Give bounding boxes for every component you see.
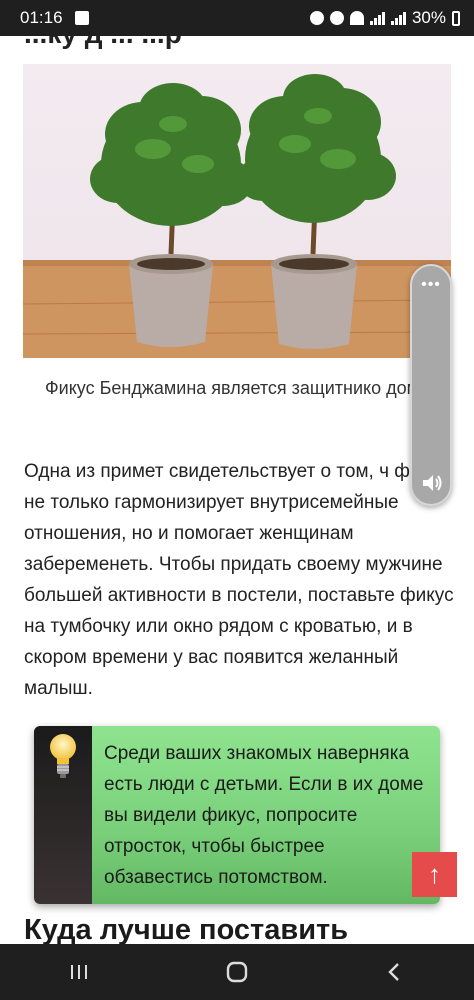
speaker-icon[interactable] <box>421 472 443 494</box>
battery-percent: 30% <box>411 8 446 27</box>
back-to-top-button[interactable]: ↑ <box>412 852 457 897</box>
tip-box: Среди ваших знакомых наверняка есть люди… <box>34 726 440 904</box>
ficus-photo <box>23 64 451 358</box>
wifi-icon <box>349 11 364 25</box>
clock-icon <box>329 11 344 25</box>
recent-apps-icon[interactable] <box>67 960 91 984</box>
lightbulb-icon <box>50 734 76 778</box>
signal-icon-2 <box>390 11 406 25</box>
volume-panel[interactable]: ••• <box>410 264 452 506</box>
ficus-illustration <box>23 74 451 358</box>
battery-icon <box>452 10 460 26</box>
article-paragraph: Одна из примет свидетельствует о том, ч … <box>24 461 454 699</box>
home-icon[interactable] <box>225 960 249 984</box>
tip-icon-column <box>34 726 92 904</box>
status-time: 01:16 <box>20 8 63 27</box>
article-content: ...ку д ... ...р <box>0 36 474 944</box>
signal-icon <box>369 11 385 25</box>
system-nav-bar <box>0 944 474 1000</box>
alarm-icon <box>309 11 324 25</box>
gallery-icon <box>74 11 89 25</box>
image-caption: Фикус Бенджамина является защитнико дома <box>44 378 430 398</box>
clipped-heading: ...ку д ... ...р <box>24 36 182 50</box>
tip-text: Среди ваших знакомых наверняка есть люди… <box>92 726 440 904</box>
section-heading: Куда лучше поставить <box>24 914 349 944</box>
volume-menu-icon[interactable]: ••• <box>412 276 450 294</box>
status-bar: 01:16 30% <box>0 0 474 36</box>
back-icon[interactable] <box>383 960 407 984</box>
